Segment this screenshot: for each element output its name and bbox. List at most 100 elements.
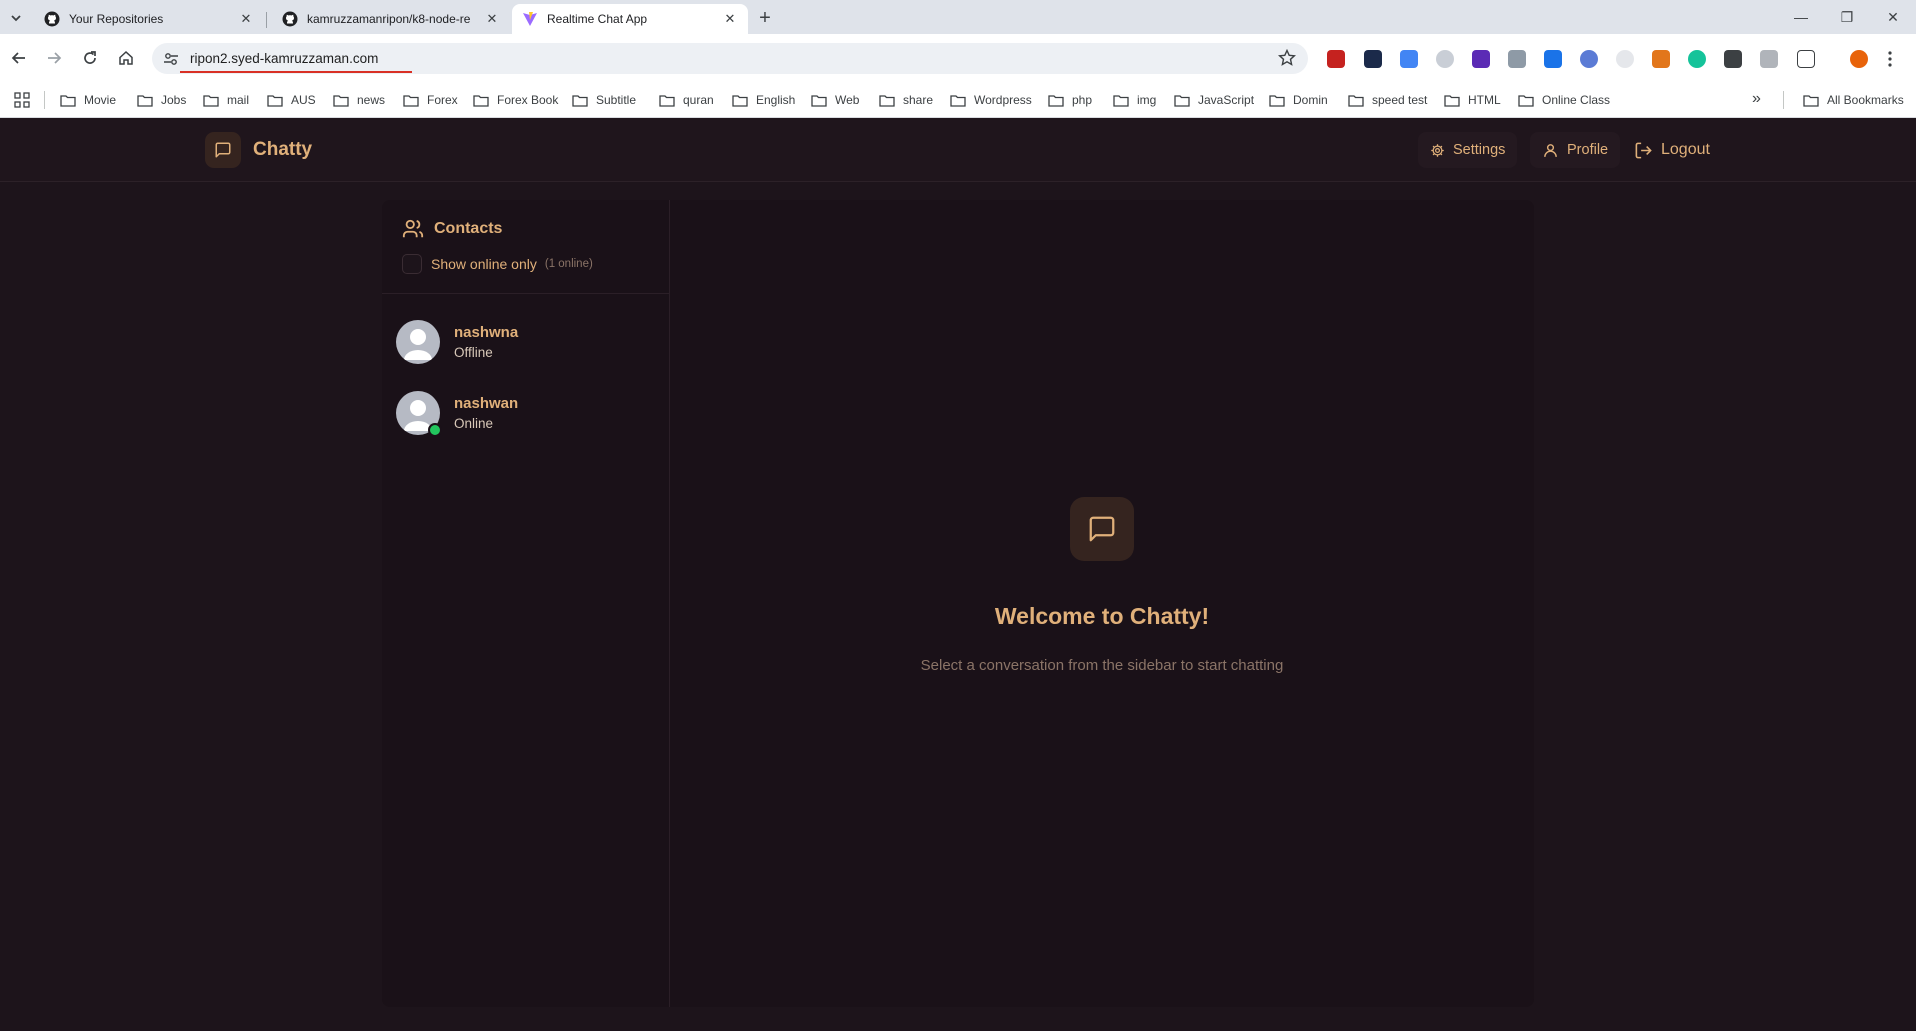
bookmark-folder[interactable]: Domin xyxy=(1269,91,1328,109)
extensions-puzzle-icon[interactable] xyxy=(1797,50,1815,68)
bookmark-label: news xyxy=(357,93,386,107)
contact-name: nashwan xyxy=(454,395,519,412)
bookmark-folder[interactable]: speed test xyxy=(1348,91,1427,109)
profile-avatar-icon[interactable] xyxy=(1850,50,1868,68)
bookmark-folder[interactable]: Web xyxy=(811,91,859,109)
bookmark-label: English xyxy=(756,93,796,107)
bookmark-folder[interactable]: Online Class xyxy=(1518,91,1610,109)
profile-button[interactable]: Profile xyxy=(1530,132,1621,168)
logout-icon xyxy=(1635,142,1652,158)
new-tab-button[interactable]: + xyxy=(754,7,776,29)
contact-status: Offline xyxy=(454,345,493,360)
extension-clock-icon[interactable] xyxy=(1616,50,1634,68)
arrow-left-icon xyxy=(11,52,25,64)
folder-icon xyxy=(1048,94,1064,107)
bookmark-folder[interactable]: English xyxy=(732,91,795,109)
show-online-label[interactable]: Show online only xyxy=(431,256,537,272)
home-button[interactable] xyxy=(114,46,138,70)
more-bookmarks-icon[interactable]: » xyxy=(1752,90,1761,108)
bookmark-folder[interactable]: news xyxy=(333,91,385,109)
chat-container: Contacts Show online only (1 online) nas… xyxy=(382,200,1534,1007)
bookmark-label: Movie xyxy=(84,93,117,107)
contact-item[interactable]: nashwna Offline xyxy=(382,307,670,377)
logout-button[interactable]: Logout xyxy=(1622,132,1722,168)
settings-button[interactable]: Settings xyxy=(1418,132,1518,168)
online-status-dot xyxy=(428,423,442,437)
extension-circle-icon[interactable] xyxy=(1580,50,1598,68)
no-chat-selected: Welcome to Chatty! Select a conversation… xyxy=(670,200,1534,1007)
tab-k8-node-repo[interactable]: kamruzzamanripon/k8-node-re ✕ xyxy=(272,4,510,34)
close-icon[interactable]: ✕ xyxy=(722,11,738,27)
all-bookmarks-button[interactable]: All Bookmarks xyxy=(1803,91,1904,109)
folder-icon xyxy=(1174,94,1190,107)
close-window-button[interactable]: ✕ xyxy=(1870,0,1916,34)
settings-label: Settings xyxy=(1453,142,1506,158)
bookmark-folder[interactable]: AUS xyxy=(267,91,316,109)
bookmark-label: Jobs xyxy=(161,93,187,107)
browser-menu-icon[interactable] xyxy=(1886,50,1894,68)
bookmark-folder[interactable]: Subtitle xyxy=(572,91,636,109)
extension-fonts-icon[interactable] xyxy=(1544,50,1562,68)
tab-title: Realtime Chat App xyxy=(547,12,648,26)
site-info-icon[interactable] xyxy=(162,50,180,68)
reload-button[interactable] xyxy=(78,46,102,70)
online-filter: Show online only (1 online) xyxy=(402,254,593,274)
contact-status: Online xyxy=(454,416,494,431)
bookmark-label: Subtitle xyxy=(596,93,637,107)
tab-search-button[interactable] xyxy=(6,8,26,28)
show-online-checkbox[interactable] xyxy=(402,254,422,274)
close-icon[interactable]: ✕ xyxy=(484,11,500,27)
bookmark-star-icon[interactable] xyxy=(1278,49,1296,67)
extension-react-icon[interactable] xyxy=(1364,50,1382,68)
bookmark-folder[interactable]: Wordpress xyxy=(950,91,1032,109)
address-bar[interactable]: ripon2.syed-kamruzzaman.com xyxy=(152,43,1308,74)
bookmark-folder[interactable]: mail xyxy=(203,91,249,109)
tab-title: kamruzzamanripon/k8-node-re xyxy=(307,12,471,26)
bookmark-folder[interactable]: Jobs xyxy=(137,91,186,109)
extension-metamask-icon[interactable] xyxy=(1652,50,1670,68)
apps-grid-icon[interactable] xyxy=(14,92,30,108)
extension-translate-icon[interactable] xyxy=(1400,50,1418,68)
folder-icon xyxy=(1803,94,1819,107)
back-button[interactable] xyxy=(7,46,31,70)
user-icon xyxy=(1544,143,1557,157)
bookmark-folder[interactable]: php xyxy=(1048,91,1092,109)
tab-realtime-chat-app[interactable]: Realtime Chat App ✕ xyxy=(512,4,748,34)
extension-infinity-icon[interactable] xyxy=(1724,50,1742,68)
bookmark-folder[interactable]: share xyxy=(879,91,933,109)
bookmark-folder[interactable]: quran xyxy=(659,91,714,109)
extension-graduation-icon[interactable] xyxy=(1472,50,1490,68)
bookmarks-separator xyxy=(44,91,45,109)
logout-label: Logout xyxy=(1661,141,1710,158)
bookmark-folder[interactable]: Forex xyxy=(403,91,458,109)
forward-button[interactable] xyxy=(42,46,66,70)
minimize-button[interactable]: — xyxy=(1778,0,1824,34)
extension-cloud-icon[interactable] xyxy=(1436,50,1454,68)
browser-tabstrip: Your Repositories ✕ kamruzzamanripon/k8-… xyxy=(0,0,1916,34)
contacts-sidebar: Contacts Show online only (1 online) nas… xyxy=(382,200,670,1007)
folder-icon xyxy=(1518,94,1534,107)
bookmark-folder[interactable]: HTML xyxy=(1444,91,1501,109)
extension-grammarly-icon[interactable] xyxy=(1688,50,1706,68)
close-icon[interactable]: ✕ xyxy=(238,11,254,27)
restore-button[interactable]: ❐ xyxy=(1824,0,1870,34)
folder-icon xyxy=(267,94,283,107)
settings-icon xyxy=(1431,143,1444,157)
bookmark-label: mail xyxy=(227,93,250,107)
bookmark-folder[interactable]: img xyxy=(1113,91,1156,109)
brand-logo[interactable]: Chatty xyxy=(205,132,312,168)
extension-new-icon[interactable] xyxy=(1327,50,1345,68)
bookmark-folder[interactable]: Movie xyxy=(60,91,116,109)
bookmark-folder[interactable]: Forex Book xyxy=(473,91,558,109)
vite-icon xyxy=(523,12,537,26)
folder-icon xyxy=(1269,94,1285,107)
tab-your-repositories[interactable]: Your Repositories ✕ xyxy=(34,4,264,34)
url-text[interactable]: ripon2.syed-kamruzzaman.com xyxy=(190,51,378,66)
extension-books-icon[interactable] xyxy=(1760,50,1778,68)
bookmark-folder[interactable]: JavaScript xyxy=(1174,91,1254,109)
message-square-icon xyxy=(215,142,231,158)
contact-item[interactable]: nashwan Online xyxy=(382,378,670,448)
brand-name: Chatty xyxy=(253,139,313,160)
sidebar-header: Contacts Show online only (1 online) xyxy=(382,200,670,294)
extension-vuetify-icon[interactable] xyxy=(1508,50,1526,68)
